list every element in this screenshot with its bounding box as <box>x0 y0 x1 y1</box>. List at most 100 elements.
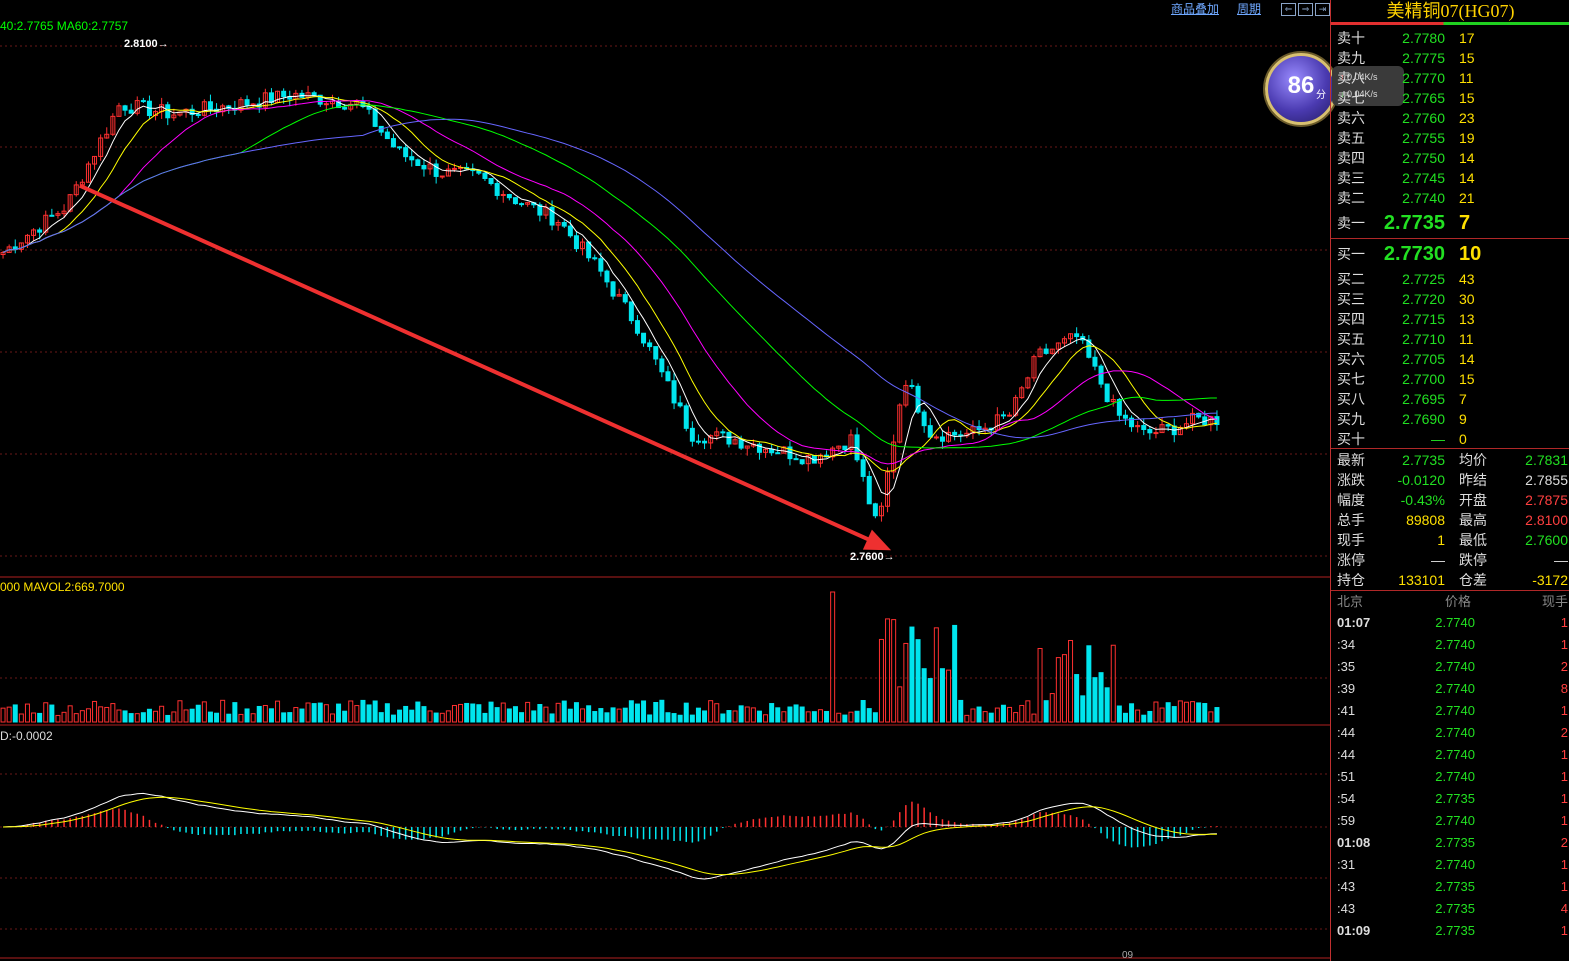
ask-row[interactable]: 卖五 2.7755 19 <box>1331 128 1569 148</box>
ask-row[interactable]: 卖四 2.7750 14 <box>1331 148 1569 168</box>
tick-row: :31 2.7740 1 <box>1331 854 1569 876</box>
volume-bar <box>85 708 91 723</box>
stat-value: 2.7735 <box>1402 452 1445 468</box>
volume-bar <box>1153 701 1159 723</box>
volume-bar <box>1092 677 1098 723</box>
volume-bar <box>201 701 207 723</box>
stat-label: 总手 <box>1337 512 1365 528</box>
bid-row[interactable]: 买七 2.7700 15 <box>1331 369 1569 389</box>
candle-body <box>769 448 775 454</box>
tick-row: 01:07 2.7740 1 <box>1331 612 1569 634</box>
volume-bar <box>1086 645 1092 723</box>
volume-bar <box>354 705 360 723</box>
ask-row[interactable]: 卖六 2.7760 23 <box>1331 108 1569 128</box>
nav-end-icon[interactable]: ⇥ <box>1315 2 1330 16</box>
ask-row[interactable]: 卖九 2.7775 15 <box>1331 48 1569 68</box>
bid-row[interactable]: 买四 2.7715 13 <box>1331 309 1569 329</box>
stat-value: 133101 <box>1398 572 1445 588</box>
tick-time: :44 <box>1337 747 1356 762</box>
bid-row[interactable]: 买十 — 0 <box>1331 429 1569 449</box>
volume-bar <box>403 705 409 723</box>
tick-price: 2.7740 <box>1435 703 1475 718</box>
level-price: 2.7750 <box>1402 150 1445 166</box>
volume-bar <box>220 699 226 723</box>
overlay-link[interactable]: 商品叠加 <box>1171 0 1219 17</box>
bid-row[interactable]: 买二 2.7725 43 <box>1331 269 1569 289</box>
period-link[interactable]: 周期 <box>1237 0 1261 17</box>
volume-bar <box>116 709 122 723</box>
ask-row[interactable]: 卖一 2.7735 7 <box>1331 213 1569 233</box>
candle-body <box>451 167 457 170</box>
volume-bar <box>55 714 61 723</box>
high-annotation: 2.8100→ <box>124 38 169 50</box>
ask-row[interactable]: 卖二 2.7740 21 <box>1331 188 1569 208</box>
score-badge[interactable]: 86 分 <box>1265 53 1337 125</box>
bid-row[interactable]: 买八 2.7695 7 <box>1331 389 1569 409</box>
bid-row[interactable]: 买五 2.7710 11 <box>1331 329 1569 349</box>
volume-bar <box>1055 657 1061 723</box>
tick-vol: 1 <box>1560 879 1568 894</box>
volume-bar <box>964 714 970 723</box>
volume-bar <box>1031 713 1037 723</box>
volume-bar <box>1202 703 1208 723</box>
volume-bar <box>958 699 964 723</box>
tick-header-price: 价格 <box>1445 594 1472 609</box>
volume-bar <box>872 712 878 723</box>
candle-body <box>1043 348 1049 354</box>
volume-bar <box>287 712 293 723</box>
volume-legend: 000 MAVOL2:669.7000 <box>0 580 125 594</box>
candle-body <box>409 156 415 161</box>
volume-bar <box>421 706 427 723</box>
volume-bar <box>1141 714 1147 723</box>
candle-body <box>244 99 250 106</box>
bid-row[interactable]: 买一 2.7730 10 <box>1331 244 1569 264</box>
level-price: — <box>1431 431 1445 447</box>
volume-bar <box>1190 701 1196 723</box>
candle-body <box>842 445 848 450</box>
candle-body <box>933 436 939 439</box>
volume-bar <box>763 714 769 723</box>
nav-left-icon[interactable]: ⇐ <box>1281 2 1296 16</box>
candle-body <box>939 436 945 442</box>
bid-row[interactable]: 买九 2.7690 9 <box>1331 409 1569 429</box>
candle-body <box>592 257 598 260</box>
contract-title[interactable]: 美精铜07(HG07) <box>1331 0 1569 25</box>
kline-chart[interactable] <box>0 0 1330 961</box>
nav-right-icon[interactable]: ⇒ <box>1298 2 1313 16</box>
stat-row: 最新 2.7735 均价 2.7831 <box>1331 450 1569 470</box>
ask-row[interactable]: 卖八 2.7770 11 <box>1331 68 1569 88</box>
stat-value: 1 <box>1437 532 1445 548</box>
level-volume: 7 <box>1459 212 1471 234</box>
candle-body <box>793 458 799 461</box>
volume-bar <box>1177 700 1183 723</box>
tick-price: 2.7735 <box>1435 791 1475 806</box>
bid-row[interactable]: 买三 2.7720 30 <box>1331 289 1569 309</box>
stat-label: 涨停 <box>1337 552 1365 568</box>
stat-label: 幅度 <box>1337 492 1365 508</box>
candle-body <box>1141 425 1147 431</box>
tick-row: :43 2.7735 4 <box>1331 898 1569 920</box>
volume-bar <box>586 705 592 723</box>
volume-bar <box>146 708 152 723</box>
ask-row[interactable]: 卖三 2.7745 14 <box>1331 168 1569 188</box>
volume-bar <box>79 710 85 723</box>
candle-body <box>567 225 573 237</box>
candle-body <box>415 159 421 167</box>
volume-bar <box>189 708 195 723</box>
level-volume: 7 <box>1459 391 1467 407</box>
chart-area[interactable]: 40:2.7765 MA60:2.7757 2.8100→ 2.7600→ 00… <box>0 0 1330 961</box>
level-label: 买一 <box>1337 246 1365 262</box>
volume-bar <box>720 713 726 723</box>
candle-body <box>128 109 134 114</box>
volume-bar <box>982 711 988 723</box>
bid-row[interactable]: 买六 2.7705 14 <box>1331 349 1569 369</box>
ask-row[interactable]: 卖十 2.7780 17 <box>1331 28 1569 48</box>
volume-bar <box>153 710 159 723</box>
volume-bar <box>726 710 732 723</box>
level-label: 卖三 <box>1337 170 1365 186</box>
ask-row[interactable]: 卖七 2.7765 15 <box>1331 88 1569 108</box>
volume-bar <box>293 707 299 723</box>
tick-price: 2.7735 <box>1435 879 1475 894</box>
volume-bar <box>384 703 390 723</box>
candle-body <box>512 197 518 205</box>
